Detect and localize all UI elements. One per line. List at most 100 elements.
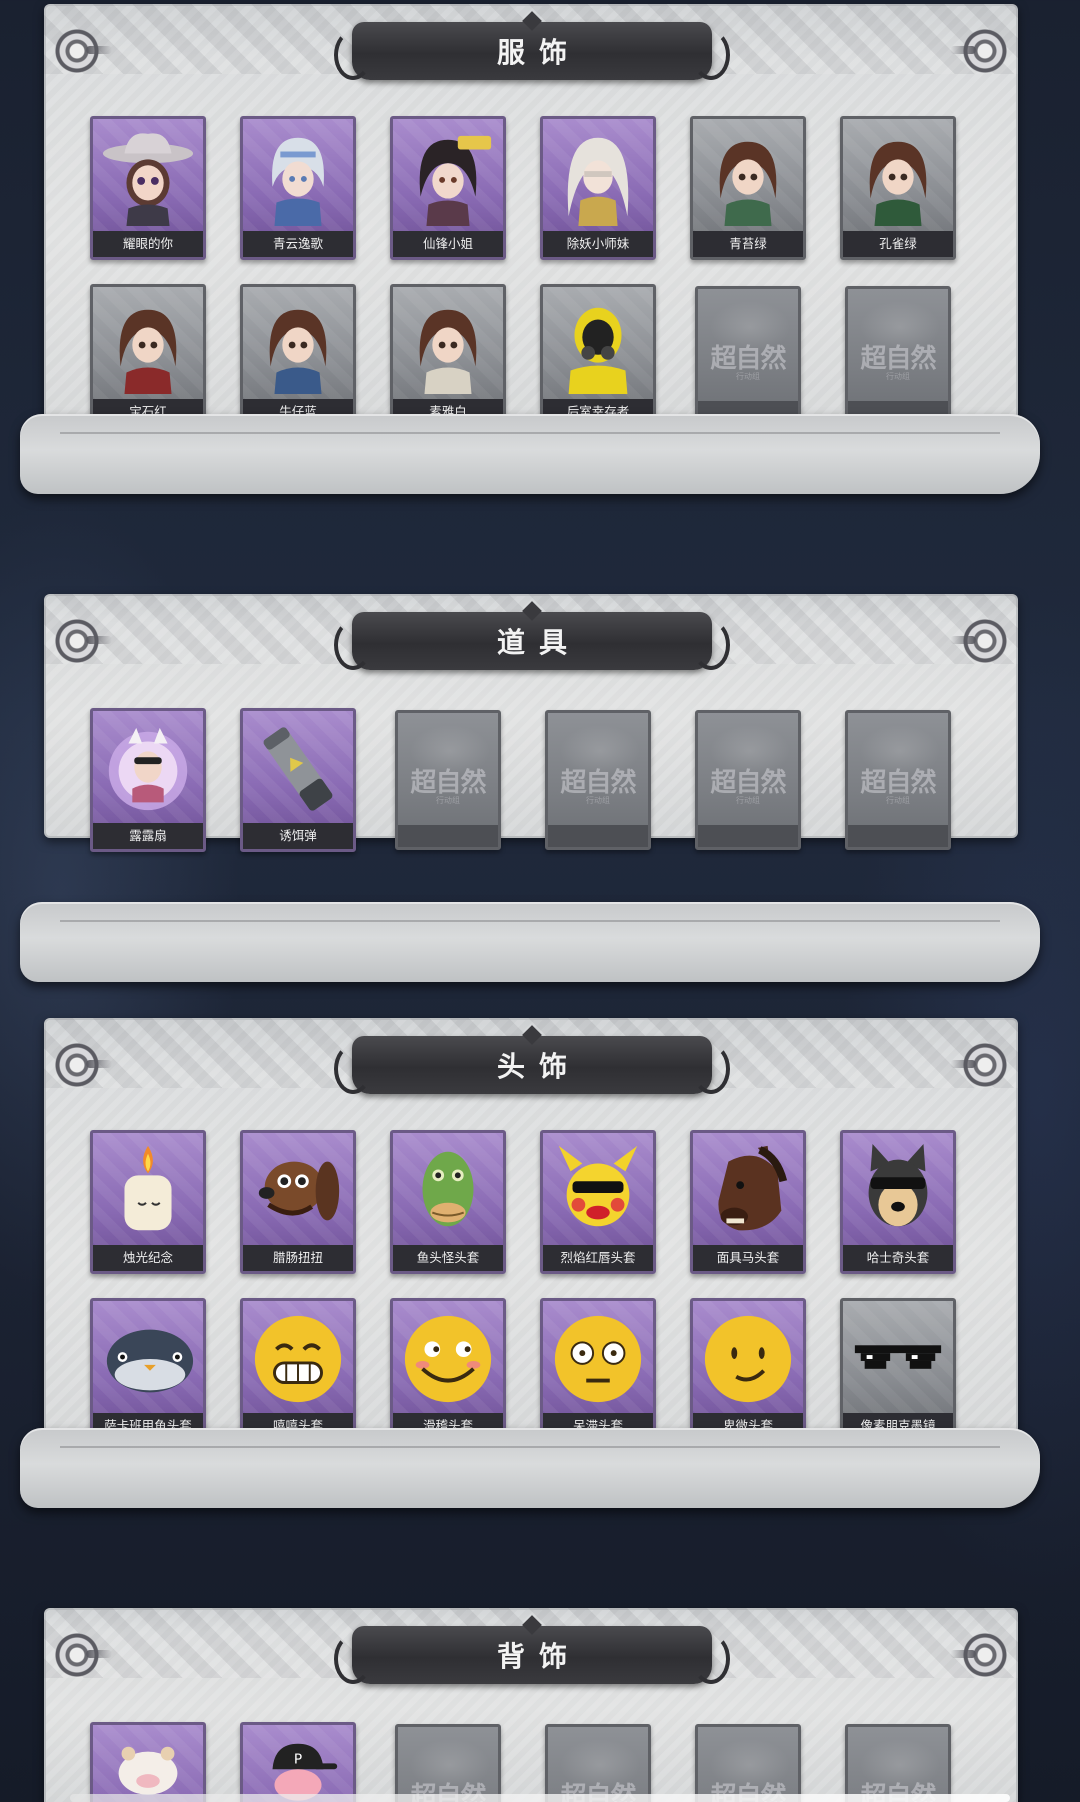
section-title-banner: 头饰 xyxy=(334,1025,730,1094)
empty-slot: 超自然 行动组 xyxy=(395,710,501,850)
section-title-banner: 服饰 xyxy=(334,11,730,80)
pink-pig-cap-icon: P xyxy=(272,1743,338,1801)
emblem-right-icon xyxy=(950,26,1010,76)
watermark-text: 超自然 xyxy=(710,767,786,798)
watermark-sub: 行动组 xyxy=(436,796,460,805)
section-title: 头饰 xyxy=(496,1050,581,1083)
watermark-sub: 行动组 xyxy=(586,796,610,805)
emblem-left-icon xyxy=(52,616,112,666)
cow-plush-icon xyxy=(118,1746,178,1795)
item-card[interactable]: 萨卡班甲鱼头套 xyxy=(90,1298,206,1442)
fan-icon xyxy=(108,727,188,811)
item-card[interactable]: 面具马头套 xyxy=(690,1130,806,1274)
section-title-banner: 背饰 xyxy=(334,1615,730,1684)
watermark-sub: 行动组 xyxy=(886,372,910,381)
horse-head-icon xyxy=(718,1145,788,1231)
watermark-text: 超自然 xyxy=(860,343,936,374)
section-headwear: 头饰 烛光纪念 腊肠扭扭 鱼头怪头套 烈焰红唇头套 面具马头套 哈士奇头套 萨卡… xyxy=(20,1018,1040,1508)
watermark-text: 超自然 xyxy=(560,767,636,798)
pixel-sunglasses-icon xyxy=(854,1345,942,1369)
emblem-right-icon xyxy=(950,1040,1010,1090)
item-card[interactable]: 呆滞头套 xyxy=(540,1298,656,1442)
watermark-text: 超自然 xyxy=(410,767,486,798)
item-card[interactable]: P xyxy=(240,1722,356,1802)
humble-emoji-icon xyxy=(704,1315,792,1403)
emblem-right-icon xyxy=(950,1630,1010,1680)
scroll-bottom-edge xyxy=(20,414,1040,494)
item-card[interactable]: 耀眼的你 xyxy=(90,116,206,260)
brown-hair-girl-icon xyxy=(869,141,927,226)
black-hair-girl-icon xyxy=(419,135,492,226)
bottom-scroll-indicator xyxy=(70,1794,1010,1802)
dazed-emoji-icon xyxy=(554,1315,642,1403)
scroll-bottom-edge xyxy=(20,902,1040,982)
item-label: 哈士奇头套 xyxy=(843,1245,953,1271)
brown-hair-girl-icon xyxy=(119,309,177,394)
item-card[interactable]: 青云逸歌 xyxy=(240,116,356,260)
item-label: 面具马头套 xyxy=(693,1245,803,1271)
section-title-banner: 道具 xyxy=(334,601,730,670)
item-card[interactable]: 卑微头套 xyxy=(690,1298,806,1442)
item-card[interactable]: 烈焰红唇头套 xyxy=(540,1130,656,1274)
fish-head-icon xyxy=(422,1151,474,1227)
item-card[interactable]: 鱼头怪头套 xyxy=(390,1130,506,1274)
empty-slot: 超自然 行动组 xyxy=(695,286,801,426)
item-label: 孔雀绿 xyxy=(843,231,953,257)
section-props: 道具 露露扇 诱饵弹 超自然 行动组 超自然 行动组 超自然 行动组 超自然 行… xyxy=(44,594,1018,852)
emblem-left-icon xyxy=(52,26,112,76)
scroll-bottom-edge xyxy=(20,1428,1040,1508)
item-card[interactable]: 烛光纪念 xyxy=(90,1130,206,1274)
empty-slot: 超自然 行动组 xyxy=(845,286,951,426)
funny-emoji-icon xyxy=(404,1315,492,1403)
brown-hair-girl-icon xyxy=(419,309,477,394)
item-card[interactable]: 诱饵弹 xyxy=(240,708,356,852)
item-label: 仙锋小姐 xyxy=(393,231,503,257)
item-card[interactable]: 牛仔蓝 xyxy=(240,284,356,428)
item-card[interactable]: 哈士奇头套 xyxy=(840,1130,956,1274)
item-card[interactable]: 宝石红 xyxy=(90,284,206,428)
brown-hair-girl-icon xyxy=(269,309,327,394)
section-title: 背饰 xyxy=(496,1640,581,1673)
watermark-text: 超自然 xyxy=(860,767,936,798)
item-card[interactable]: 后室幸存者 xyxy=(540,284,656,428)
item-label: 除妖小师妹 xyxy=(543,231,653,257)
svg-text:P: P xyxy=(294,1751,302,1767)
item-card[interactable]: 嘻嘻头套 xyxy=(240,1298,356,1442)
item-card[interactable]: 仙锋小姐 xyxy=(390,116,506,260)
brown-hair-girl-icon xyxy=(719,141,777,226)
item-card[interactable]: 素雅白 xyxy=(390,284,506,428)
candle-head-icon xyxy=(124,1145,172,1231)
item-card[interactable]: 孔雀绿 xyxy=(840,116,956,260)
empty-slot: 超自然 xyxy=(845,1724,951,1802)
empty-slot: 超自然 行动组 xyxy=(845,710,951,850)
section-backwear: 背饰 P 超自然 超自然 超自然 超自然 xyxy=(44,1608,1018,1802)
item-card[interactable] xyxy=(90,1722,206,1802)
emblem-right-icon xyxy=(950,616,1010,666)
section-title: 道具 xyxy=(496,626,581,659)
dachshund-head-icon xyxy=(258,1161,340,1221)
watermark-sub: 行动组 xyxy=(886,796,910,805)
section-title: 服饰 xyxy=(496,36,581,69)
item-card[interactable]: 青苔绿 xyxy=(690,116,806,260)
pikachu-head-icon xyxy=(558,1145,638,1227)
grin-emoji-icon xyxy=(254,1315,342,1403)
item-card[interactable]: 腊肠扭扭 xyxy=(240,1130,356,1274)
item-label: 青苔绿 xyxy=(693,231,803,257)
item-card[interactable]: 滑稽头套 xyxy=(390,1298,506,1442)
empty-slot: 超自然 行动组 xyxy=(695,710,801,850)
item-card[interactable]: 除妖小师妹 xyxy=(540,116,656,260)
empty-slot: 超自然 行动组 xyxy=(545,710,651,850)
white-hair-girl-icon xyxy=(567,137,629,226)
item-label: 烛光纪念 xyxy=(93,1245,203,1271)
watermark-sub: 行动组 xyxy=(736,372,760,381)
item-label: 耀眼的你 xyxy=(93,231,203,257)
hazmat-suit-icon xyxy=(568,307,628,394)
watermark-sub: 行动组 xyxy=(736,796,760,805)
canister-icon xyxy=(263,727,333,811)
item-label: 鱼头怪头套 xyxy=(393,1245,503,1271)
item-label: 腊肠扭扭 xyxy=(243,1245,353,1271)
item-label: 烈焰红唇头套 xyxy=(543,1245,653,1271)
watermark-text: 超自然 xyxy=(710,343,786,374)
item-card[interactable]: 露露扇 xyxy=(90,708,206,852)
item-card[interactable]: 像素朋克墨镜 xyxy=(840,1298,956,1442)
